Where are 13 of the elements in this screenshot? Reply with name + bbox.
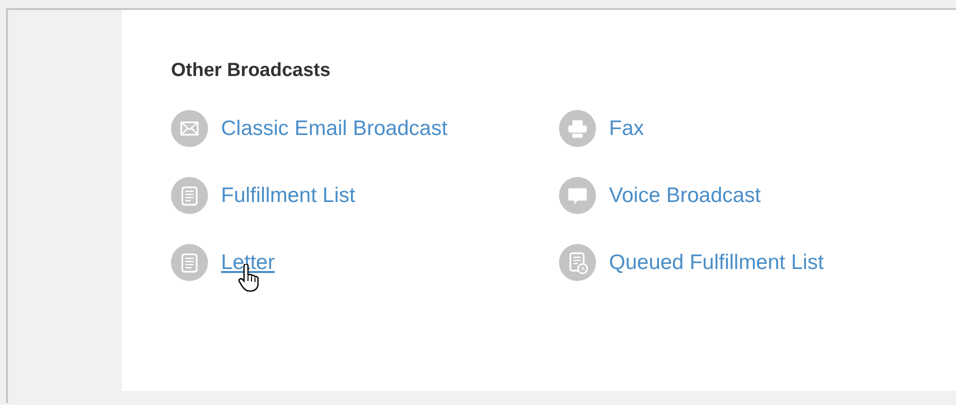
broadcast-link[interactable]: Letter [221,250,275,274]
envelope-icon [171,110,208,147]
document-icon [171,244,208,281]
broadcast-link[interactable]: Queued Fulfillment List [609,250,824,274]
clock-document-icon [559,244,596,281]
broadcast-link[interactable]: Fax [609,116,644,140]
broadcast-link[interactable]: Voice Broadcast [609,184,761,208]
broadcast-link[interactable]: Fulfillment List [221,184,356,208]
section-title: Other Broadcasts [171,60,330,82]
speech-bubble-icon [559,177,596,214]
printer-icon [559,110,596,147]
broadcast-link[interactable]: Classic Email Broadcast [221,116,448,140]
list-document-icon [171,177,208,214]
